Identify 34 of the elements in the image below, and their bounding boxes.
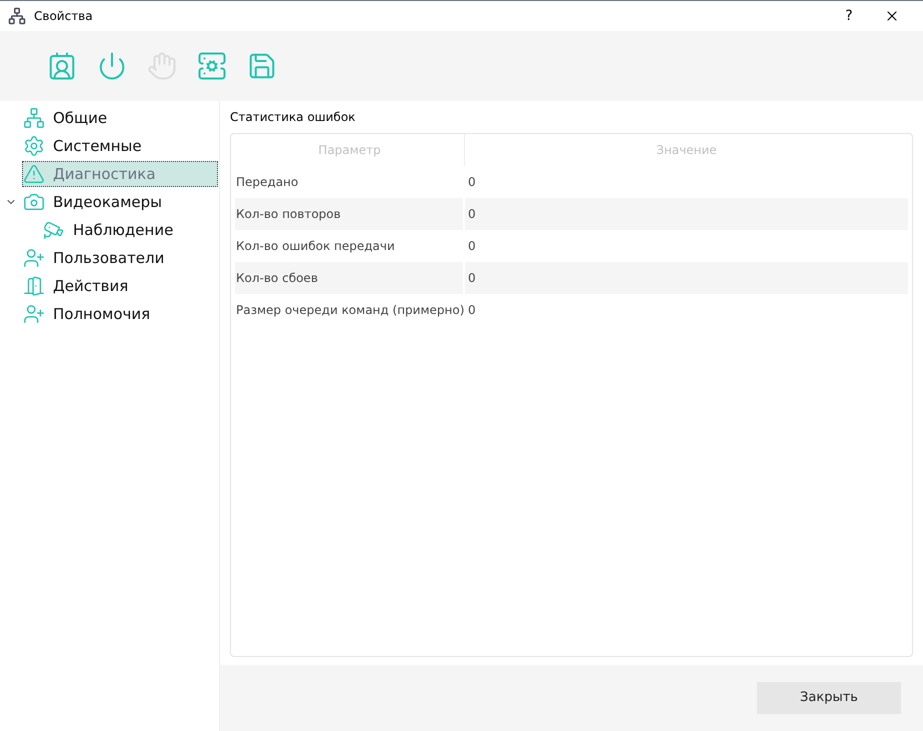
table-cell: Размер очереди команд (примерно) <box>235 294 465 326</box>
app-logo-icon <box>8 7 26 25</box>
window-title: Свойства <box>34 8 93 25</box>
sidebar-item[interactable]: Диагностика <box>22 161 218 187</box>
user-add-icon <box>23 303 45 325</box>
power-button[interactable] <box>97 51 127 81</box>
hierarchy-icon <box>23 107 45 129</box>
column-header: Параметр <box>235 134 465 166</box>
save-button[interactable] <box>247 51 277 81</box>
sidebar-item[interactable]: Общие <box>22 105 116 131</box>
user-add-icon <box>23 247 45 269</box>
table-cell-text: 0 <box>467 270 477 287</box>
sidebar-item[interactable]: Наблюдение <box>42 217 182 243</box>
warning-icon <box>23 163 45 185</box>
table-cell-text: 0 <box>467 238 477 255</box>
contact-card-button[interactable] <box>47 51 77 81</box>
sidebar-item[interactable]: Видеокамеры <box>22 189 171 215</box>
table-cell: Кол-во сбоев <box>235 262 465 294</box>
table-cell: Кол-во повторов <box>235 198 465 230</box>
table-cell-text: 0 <box>467 206 477 223</box>
door-icon <box>23 275 45 297</box>
help-button[interactable]: ? <box>829 6 869 26</box>
column-header: Значение <box>655 142 718 159</box>
sidebar-item[interactable]: Действия <box>22 273 138 299</box>
camera-icon <box>23 191 45 213</box>
sidebar-item[interactable]: Полномочия <box>22 301 160 327</box>
sidebar-item[interactable]: Пользователи <box>22 245 174 271</box>
sidebar-item[interactable]: Системные <box>22 133 151 159</box>
section-title: Статистика ошибок <box>230 109 356 126</box>
close-dialog-button[interactable]: Закрыть <box>757 682 901 714</box>
table-cell-text: 0 <box>467 174 477 191</box>
security-camera-icon <box>43 219 65 241</box>
settings-icon <box>23 135 45 157</box>
table-cell-text: 0 <box>467 302 477 319</box>
